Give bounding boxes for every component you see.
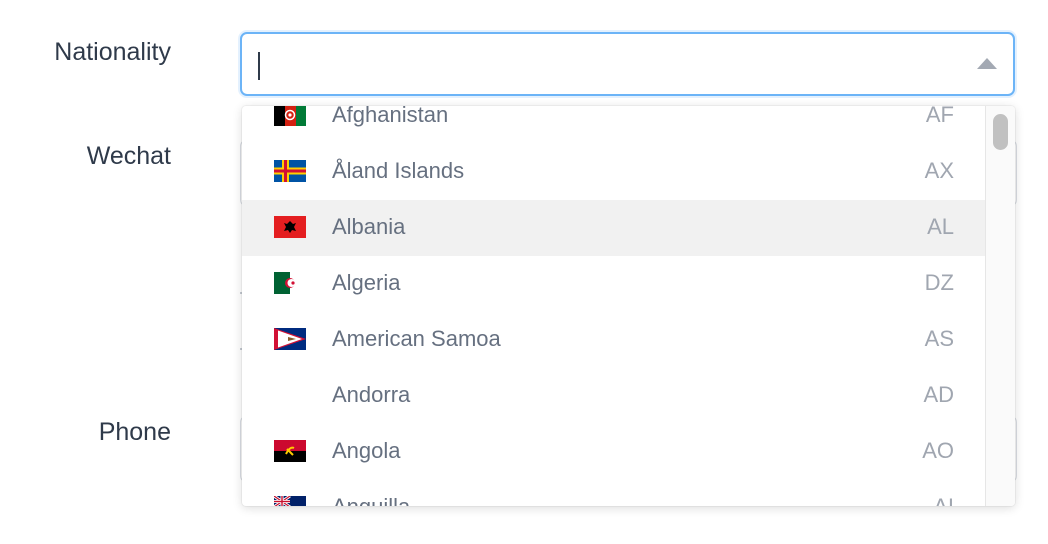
- as-flag-icon: [274, 328, 306, 350]
- country-code: AF: [925, 106, 954, 127]
- country-option-al[interactable]: Albania AL: [242, 200, 986, 256]
- country-code: AX: [924, 158, 954, 183]
- country-name: American Samoa: [332, 326, 501, 351]
- country-name: Angola: [332, 438, 401, 463]
- nationality-label: Nationality: [54, 38, 171, 66]
- nationality-select[interactable]: [240, 32, 1015, 96]
- country-name: Andorra: [332, 382, 411, 407]
- country-name: Albania: [332, 214, 406, 239]
- country-code: AS: [924, 326, 954, 351]
- nationality-dropdown: Afghanistan AF Åland Islands AX Albania …: [242, 106, 1015, 506]
- country-code: AD: [923, 382, 954, 407]
- dz-flag-icon: [274, 272, 306, 294]
- af-flag-icon: [274, 106, 306, 126]
- ao-flag-icon: [274, 440, 306, 462]
- country-name: Anguilla: [332, 494, 410, 506]
- nationality-search-input[interactable]: [258, 48, 962, 84]
- country-option-ai[interactable]: Anguilla AI: [242, 480, 986, 506]
- al-flag-icon: [274, 216, 306, 238]
- text-cursor: [258, 52, 260, 80]
- country-name: Åland Islands: [332, 158, 465, 183]
- scrollbar-thumb[interactable]: [993, 114, 1008, 150]
- country-option-ad[interactable]: Andorra AD: [242, 368, 986, 424]
- country-options-list: Afghanistan AF Åland Islands AX Albania …: [242, 106, 986, 506]
- country-name: Algeria: [332, 270, 401, 295]
- country-option-ao[interactable]: Angola AO: [242, 424, 986, 480]
- country-code: AL: [927, 214, 954, 239]
- ax-flag-icon: [274, 160, 306, 182]
- dropdown-scrollbar[interactable]: [985, 106, 1015, 506]
- ai-flag-icon: [274, 496, 306, 506]
- country-name: Afghanistan: [332, 106, 449, 127]
- country-option-ax[interactable]: Åland Islands AX: [242, 144, 986, 200]
- country-code: AI: [933, 494, 954, 506]
- phone-label: Phone: [98, 418, 171, 446]
- country-code: AO: [922, 438, 954, 463]
- country-option-af[interactable]: Afghanistan AF: [242, 106, 986, 144]
- form-page: Nationality Wechat Phone Afghanistan AF …: [0, 0, 1048, 544]
- country-code: DZ: [924, 270, 954, 295]
- wechat-label: Wechat: [86, 142, 171, 170]
- caret-up-icon[interactable]: [977, 58, 997, 69]
- country-option-dz[interactable]: Algeria DZ: [242, 256, 986, 312]
- country-option-as[interactable]: American Samoa AS: [242, 312, 986, 368]
